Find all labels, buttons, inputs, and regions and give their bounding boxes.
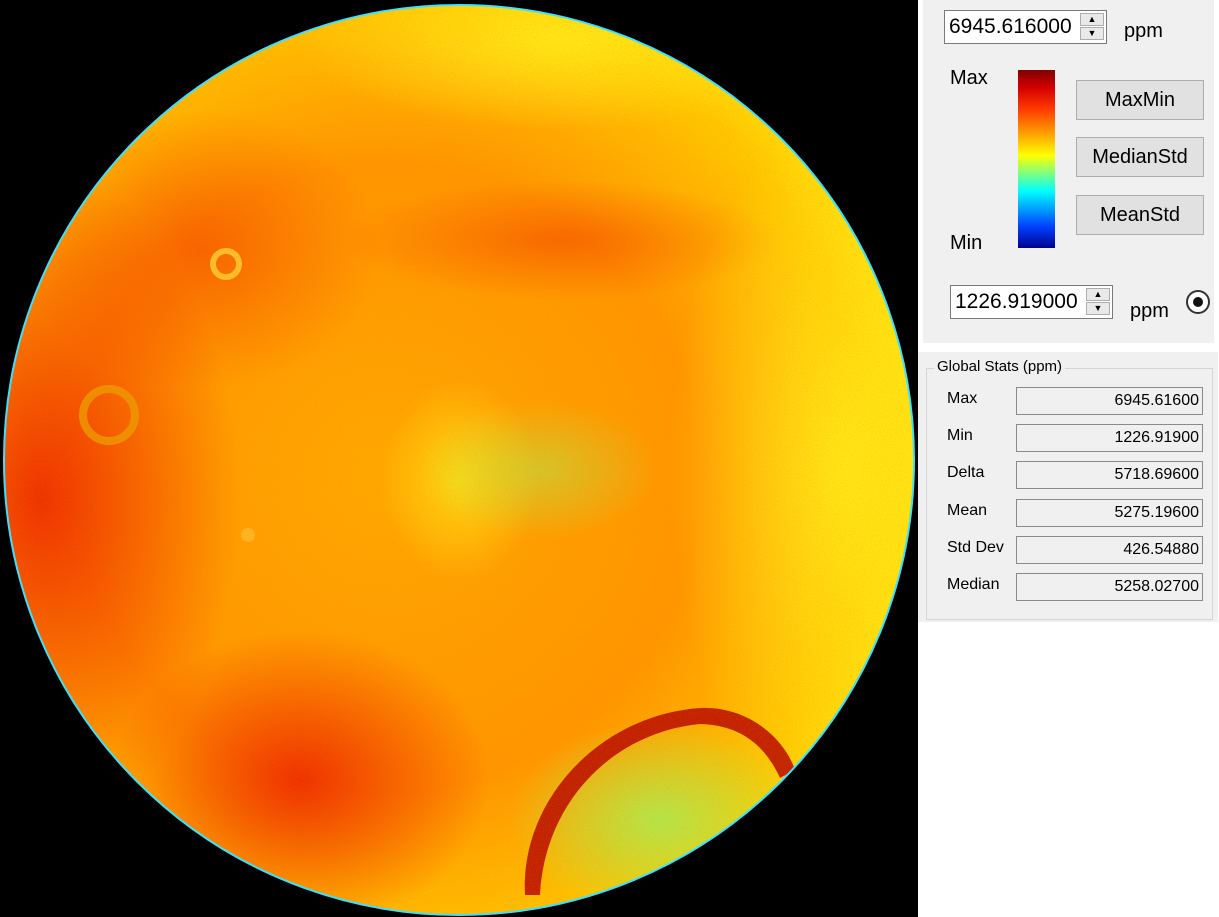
- stat-label: Median: [947, 576, 1000, 593]
- stat-value: 1226.91900: [1016, 424, 1203, 452]
- stat-row-mean: Mean 5275.19600: [918, 499, 1218, 527]
- max-increment-arrow-icon[interactable]: ▲: [1080, 13, 1104, 26]
- min-value-spinner[interactable]: ▲ ▼: [950, 285, 1113, 319]
- stat-value: 6945.61600: [1016, 387, 1203, 415]
- medianstd-button[interactable]: MedianStd: [1076, 137, 1204, 177]
- stat-label: Max: [947, 390, 978, 407]
- colorbar: [1018, 70, 1055, 248]
- max-decrement-arrow-icon[interactable]: ▼: [1080, 27, 1104, 40]
- stat-label: Min: [947, 427, 973, 444]
- max-value-input[interactable]: [947, 13, 1077, 41]
- min-value-input[interactable]: [953, 288, 1083, 316]
- colorbar-min-label: Min: [950, 232, 983, 254]
- meanstd-button[interactable]: MeanStd: [1076, 195, 1204, 235]
- stat-row-delta: Delta 5718.69600: [918, 461, 1218, 489]
- global-stats-panel: Global Stats (ppm) Max 6945.61600 Min 12…: [918, 352, 1218, 622]
- min-increment-arrow-icon[interactable]: ▲: [1086, 288, 1110, 301]
- stat-value: 5258.02700: [1016, 573, 1203, 601]
- stat-value: 5275.19600: [1016, 499, 1203, 527]
- stat-row-min: Min 1226.91900: [918, 424, 1218, 452]
- global-stats-title: Global Stats (ppm): [934, 358, 1066, 375]
- stat-value: 426.54880: [1016, 536, 1203, 564]
- max-unit-label: ppm: [1124, 20, 1163, 42]
- stat-row-std-dev: Std Dev 426.54880: [918, 536, 1218, 564]
- stat-row-median: Median 5258.02700: [918, 573, 1218, 601]
- max-value-spinner[interactable]: ▲ ▼: [944, 10, 1107, 44]
- stat-label: Std Dev: [947, 539, 1004, 556]
- heatmap-viewer[interactable]: [0, 0, 918, 917]
- stat-row-max: Max 6945.61600: [918, 387, 1218, 415]
- maxmin-button[interactable]: MaxMin: [1076, 80, 1204, 120]
- radio-button[interactable]: [1186, 290, 1210, 314]
- stat-label: Delta: [947, 464, 985, 481]
- colorbar-max-label: Max: [950, 67, 988, 89]
- heatmap-image: [3, 4, 915, 916]
- stat-label: Mean: [947, 502, 988, 519]
- stat-value: 5718.69600: [1016, 461, 1203, 489]
- min-decrement-arrow-icon[interactable]: ▼: [1086, 302, 1110, 315]
- min-unit-label: ppm: [1130, 300, 1169, 322]
